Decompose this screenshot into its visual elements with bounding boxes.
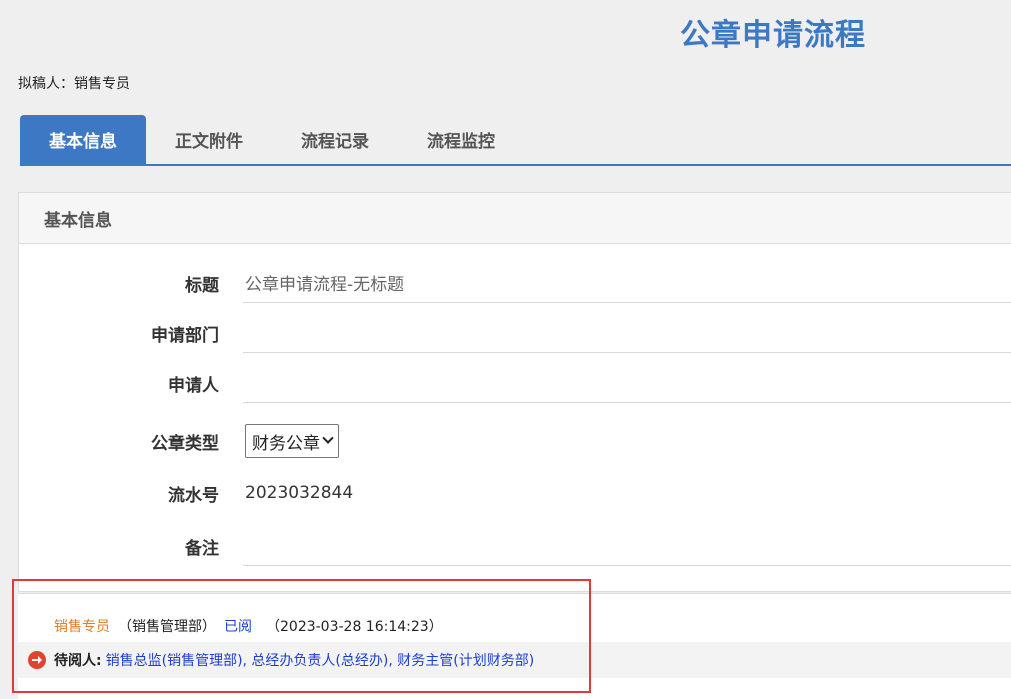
arrow-right-icon [28,651,46,669]
pending-label: 待阅人: [54,653,102,669]
panel-title: 基本信息 [19,193,1011,244]
applicant-label: 申请人 [168,375,219,396]
tab-flow-monitor[interactable]: 流程监控 [398,115,524,164]
remark-field[interactable] [243,526,1011,566]
drafter-info: 拟稿人：销售专员 [18,73,130,93]
reader-name: 销售专员 [54,619,110,635]
title-field[interactable]: 公章申请流程-无标题 [243,263,1011,303]
basic-info-panel: 基本信息 标题 公章申请流程-无标题 申请部门 申请人 公章类型 财务公章 流水… [18,192,1011,592]
remark-label: 备注 [185,538,219,559]
form-row-applicant: 申请人 [19,363,1011,403]
pending-readers-row: 待阅人: 销售总监(销售管理部), 总经办负责人(总经办), 财务主管(计划财务… [18,642,1011,678]
dept-label: 申请部门 [151,325,219,346]
read-time: （2023-03-28 16:14:23） [266,619,443,635]
page-title: 公章申请流程 [680,18,866,53]
title-label: 标题 [185,275,219,296]
drafter-label: 拟稿人： [18,76,74,92]
reader-dept: （销售管理部） [118,619,216,635]
form-row-dept: 申请部门 [19,313,1011,353]
pending-readers-list[interactable]: 销售总监(销售管理部), 总经办负责人(总经办), 财务主管(计划财务部) [106,650,535,670]
read-status: 已阅 [224,619,252,635]
seal-type-value: 财务公章 [252,433,320,454]
tab-flow-records[interactable]: 流程记录 [272,115,398,164]
form-row-title: 标题 公章申请流程-无标题 [19,263,1011,303]
dept-field[interactable] [243,313,1011,353]
read-log-entry: 销售专员 （销售管理部） 已阅 （2023-03-28 16:14:23） [54,616,443,636]
drafter-name: 销售专员 [74,76,130,92]
chevron-down-icon [322,432,334,444]
tab-bar: 基本信息 正文附件 流程记录 流程监控 [20,115,1011,166]
seal-type-select[interactable]: 财务公章 [245,424,339,458]
serial-value: 2023032844 [245,483,354,503]
form-row-serial: 流水号 2023032844 [19,473,1011,513]
applicant-field[interactable] [243,363,1011,403]
serial-label: 流水号 [168,485,219,506]
tab-attachments[interactable]: 正文附件 [146,115,272,164]
form-row-seal-type: 公章类型 财务公章 [19,421,1011,461]
form-row-remark: 备注 [19,526,1011,566]
read-log-panel: 销售专员 （销售管理部） 已阅 （2023-03-28 16:14:23） 待阅… [18,593,1011,699]
tab-basic-info[interactable]: 基本信息 [20,115,146,164]
seal-type-label: 公章类型 [151,433,219,454]
seal-type-cell: 财务公章 [243,421,1011,461]
